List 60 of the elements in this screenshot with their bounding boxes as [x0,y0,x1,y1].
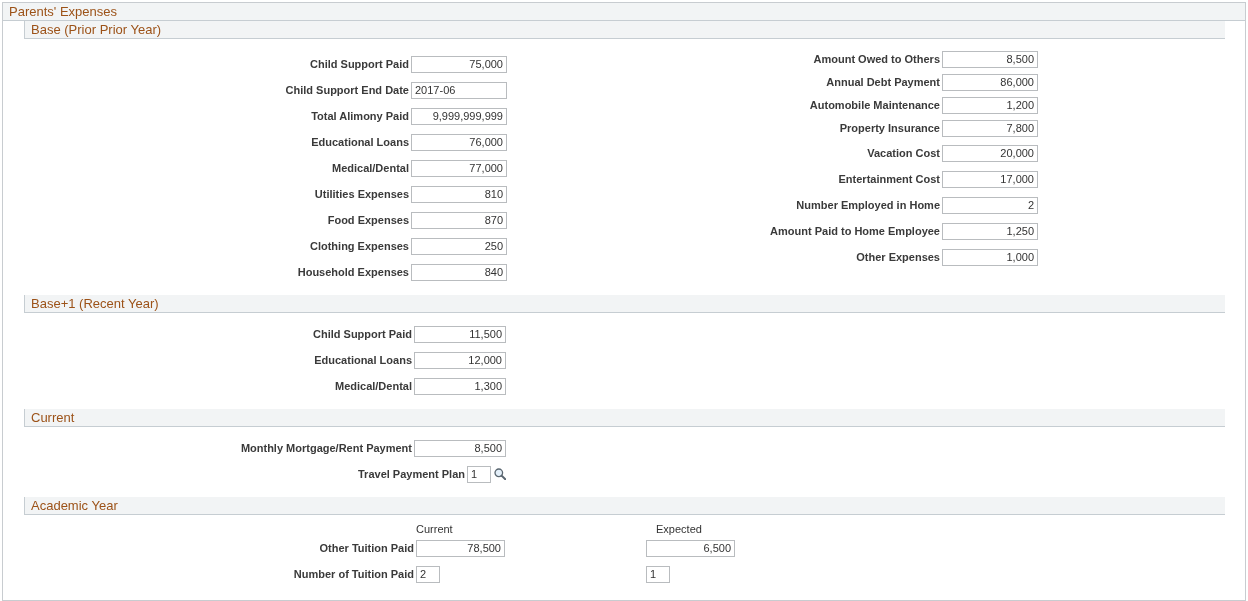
amount-field[interactable]: 8,500 [414,439,506,457]
field-label: Child Support Paid [310,57,409,71]
field-label: Vacation Cost [867,146,940,160]
amount-field[interactable]: 12,000 [414,351,506,369]
amount-field[interactable]: 810 [411,185,507,203]
field-label: Number Employed in Home [796,198,940,212]
field-label: Utilities Expenses [314,187,409,201]
column-heading: Current [416,523,453,535]
code-field[interactable]: 2 [416,565,440,583]
field-label: Child Support Paid [313,327,412,341]
field-label: Amount Paid to Home Employee [770,224,940,238]
field-label: Child Support End Date [285,83,409,97]
amount-field[interactable]: 77,000 [411,159,507,177]
field-label: Monthly Mortgage/Rent Payment [240,441,412,455]
amount-field[interactable]: 840 [411,263,507,281]
panel-title: Parents' Expenses [9,4,117,19]
amount-field[interactable]: 11,500 [414,325,506,343]
section-title: Academic Year [31,498,118,513]
field-label: Annual Debt Payment [826,76,940,89]
amount-field[interactable]: 76,000 [411,133,507,151]
amount-field[interactable]: 1,200 [942,97,1038,114]
field-label: Medical/Dental [334,379,412,393]
field-label: Travel Payment Plan [358,467,465,481]
column-heading: Expected [656,523,702,535]
lookup-field[interactable]: 1 [467,465,491,483]
section-title: Base (Prior Prior Year) [31,22,162,37]
field-label: Amount Owed to Others [813,53,940,66]
field-label: Automobile Maintenance [809,99,940,112]
field-label: Clothing Expenses [309,239,409,253]
field-label: Other Tuition Paid [319,541,414,555]
amount-field[interactable]: 2 [942,196,1038,214]
date-field[interactable]: 2017-06 [411,81,507,99]
field-label: Total Alimony Paid [311,109,409,123]
field-label: Medical/Dental [331,161,409,175]
amount-field[interactable]: 78,500 [416,539,505,557]
field-label: Other Expenses [856,250,940,264]
amount-field[interactable]: 8,500 [942,51,1038,68]
section-title: Base+1 (Recent Year) [31,296,159,311]
amount-field[interactable]: 6,500 [646,539,735,557]
amount-field[interactable]: 75,000 [411,55,507,73]
search-icon[interactable] [494,468,506,480]
code-field[interactable]: 1 [646,565,670,583]
amount-field[interactable]: 250 [411,237,507,255]
field-label: Property Insurance [839,122,940,135]
amount-field[interactable]: 7,800 [942,120,1038,137]
field-label: Educational Loans [314,353,412,367]
amount-field[interactable]: 1,300 [414,377,506,395]
amount-field[interactable]: 9,999,999,999 [411,107,507,125]
amount-field[interactable]: 1,000 [942,248,1038,266]
amount-field[interactable]: 86,000 [942,74,1038,91]
field-label: Educational Loans [311,135,409,149]
field-label: Number of Tuition Paid [293,567,414,581]
section-title: Current [31,410,75,425]
field-label: Entertainment Cost [838,172,940,186]
field-label: Household Expenses [297,265,409,279]
amount-field[interactable]: 870 [411,211,507,229]
field-label: Food Expenses [327,213,409,227]
amount-field[interactable]: 17,000 [942,170,1038,188]
amount-field[interactable]: 1,250 [942,222,1038,240]
amount-field[interactable]: 20,000 [942,144,1038,162]
